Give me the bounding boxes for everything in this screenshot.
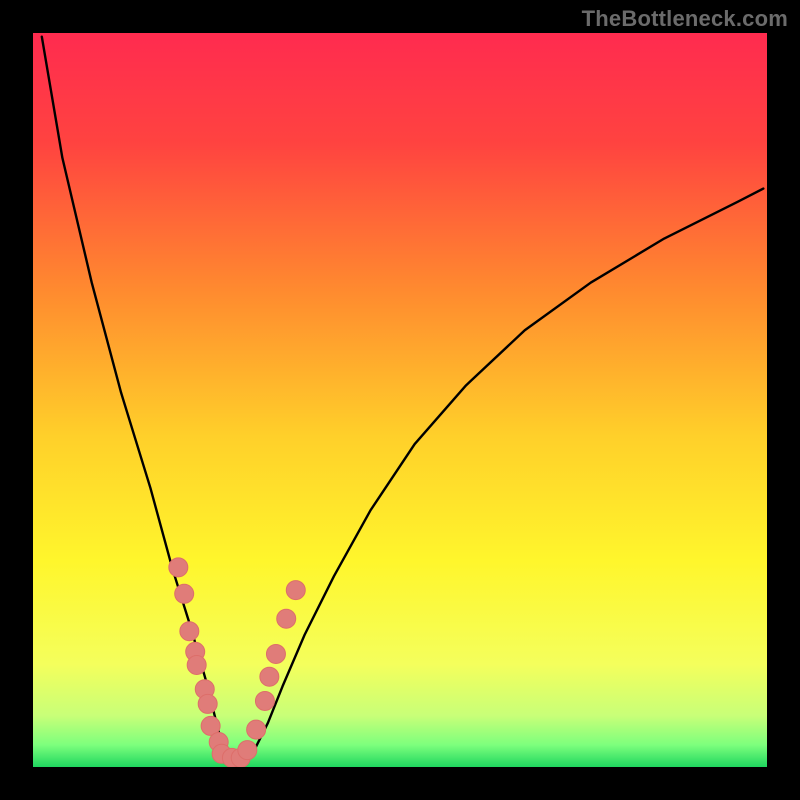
data-marker xyxy=(187,655,206,674)
data-marker xyxy=(198,694,217,713)
data-marker xyxy=(260,667,279,686)
data-marker xyxy=(277,609,296,628)
chart-svg xyxy=(33,33,767,767)
data-marker xyxy=(266,644,285,663)
plot-area xyxy=(33,33,767,767)
data-marker xyxy=(255,691,274,710)
data-marker xyxy=(247,720,266,739)
data-marker xyxy=(180,622,199,641)
data-marker xyxy=(238,741,257,760)
chart-frame: TheBottleneck.com xyxy=(0,0,800,800)
gradient-background xyxy=(33,33,767,767)
data-marker xyxy=(169,558,188,577)
data-marker xyxy=(286,581,305,600)
watermark-text: TheBottleneck.com xyxy=(582,6,788,32)
data-marker xyxy=(175,584,194,603)
